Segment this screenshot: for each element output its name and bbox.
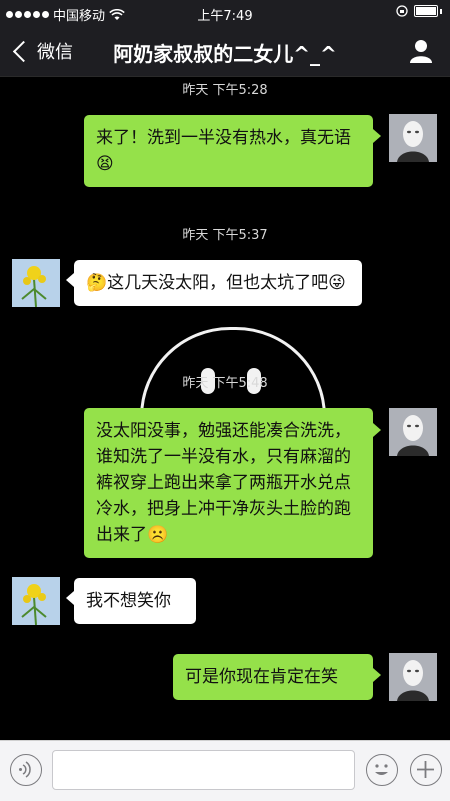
- bubble-tail: [66, 273, 74, 287]
- add-icon: [417, 761, 434, 778]
- nav-bar: 微信 阿奶家叔叔的二女儿^_^: [0, 26, 450, 77]
- timestamp: 昨天 下午5:28: [182, 83, 268, 98]
- message-text: 🤔这几天没太阳，但也太坑了吧😜: [86, 273, 346, 293]
- timestamp: 昨天 下午5:37: [182, 228, 268, 243]
- person-icon[interactable]: [410, 39, 432, 63]
- chat-title: 阿奶家叔叔的二女儿^_^: [113, 42, 337, 66]
- voice-button[interactable]: [10, 754, 42, 786]
- message-text: 没太阳没事，勉强还能凑合洗洗，谁知洗了一半没有水，只有麻溜的裤衩穿上跑出来拿了两…: [96, 421, 351, 545]
- message-text: 我不想笑你: [86, 591, 171, 611]
- bubble-tail: [373, 129, 381, 143]
- voice-icon: [19, 761, 31, 778]
- timestamp: 昨天 下午5:48: [182, 376, 268, 391]
- bubble-tail: [373, 668, 381, 682]
- my-avatar[interactable]: [389, 653, 437, 701]
- sent-message-bubble[interactable]: 来了！洗到一半没有热水，真无语😫: [84, 115, 373, 187]
- received-message-bubble[interactable]: 我不想笑你: [74, 578, 196, 624]
- message-text: 来了！洗到一半没有热水，真无语😫: [96, 128, 351, 174]
- emoji-button[interactable]: [366, 754, 398, 786]
- status-right: [396, 5, 442, 17]
- message-text: 可是你现在肯定在笑: [185, 667, 338, 687]
- sent-message-bubble[interactable]: 可是你现在肯定在笑: [173, 654, 373, 700]
- orientation-lock-icon: [396, 5, 408, 17]
- my-avatar[interactable]: [389, 114, 437, 162]
- my-avatar[interactable]: [389, 408, 437, 456]
- input-bar: [0, 740, 450, 801]
- status-bar: 中国移动 上午7:49: [0, 0, 450, 26]
- contact-avatar[interactable]: [12, 259, 60, 307]
- bubble-tail: [373, 423, 381, 437]
- contact-avatar[interactable]: [12, 577, 60, 625]
- battery-icon: [414, 5, 438, 17]
- battery-tip: [440, 8, 442, 14]
- chat-area[interactable]: 昨天 下午5:28 来了！洗到一半没有热水，真无语😫 昨天 下午5:37 🤔这几…: [0, 77, 450, 740]
- add-button[interactable]: [410, 754, 442, 786]
- sent-message-bubble[interactable]: 没太阳没事，勉强还能凑合洗洗，谁知洗了一半没有水，只有麻溜的裤衩穿上跑出来拿了两…: [84, 408, 373, 558]
- status-time: 上午7:49: [197, 9, 253, 24]
- received-message-bubble[interactable]: 🤔这几天没太阳，但也太坑了吧😜: [74, 260, 362, 306]
- emoji-icon: [375, 764, 388, 775]
- message-input[interactable]: [52, 750, 355, 790]
- bubble-tail: [66, 591, 74, 605]
